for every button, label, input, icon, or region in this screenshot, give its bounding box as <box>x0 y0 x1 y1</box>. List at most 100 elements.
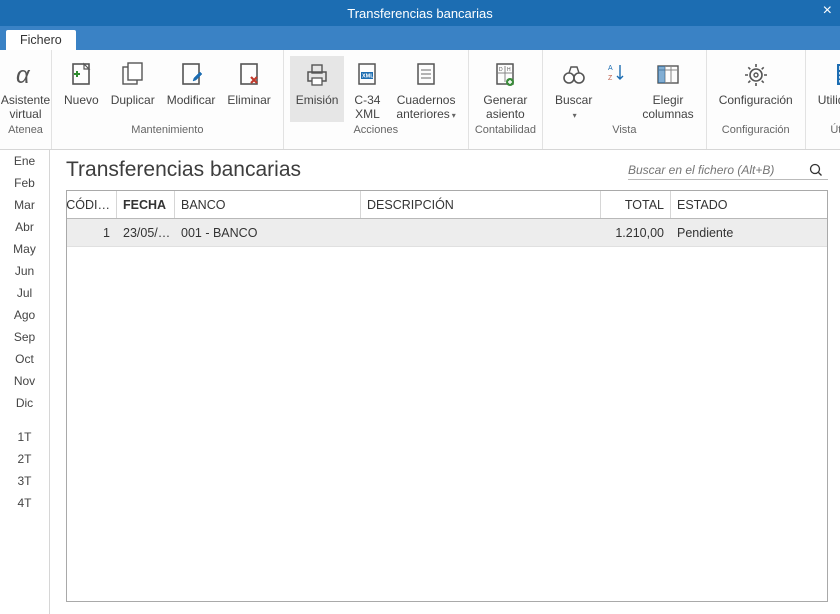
grid-header: CÓDI… FECHA BANCO DESCRIPCIÓN TOTAL ESTA… <box>67 191 827 219</box>
modificar-label: Modificar <box>167 94 216 122</box>
table-row[interactable]: 1 23/05/… 001 - BANCO 1.210,00 Pendiente <box>67 219 827 247</box>
ribbon-group-contabilidad: DH Generar asiento Contabilidad <box>469 50 543 149</box>
nuevo-label: Nuevo <box>64 94 99 122</box>
close-icon[interactable]: × <box>823 2 832 20</box>
sidebar-ago[interactable]: Ago <box>0 304 49 326</box>
window-title: Transferencias bancarias <box>347 6 492 21</box>
utilidades-button[interactable]: Utilidades▾ <box>812 56 840 122</box>
sort-button[interactable]: AZ <box>598 56 636 122</box>
svg-text:XML: XML <box>362 74 374 80</box>
svg-text:D: D <box>499 67 503 73</box>
cuadernos-label: Cuadernos anteriores▾ <box>396 94 455 122</box>
data-grid[interactable]: CÓDI… FECHA BANCO DESCRIPCIÓN TOTAL ESTA… <box>66 190 828 602</box>
cell-cod: 1 <box>67 219 117 246</box>
eliminar-label: Eliminar <box>227 94 270 122</box>
cell-estado: Pendiente <box>671 219 827 246</box>
emision-label: Emisión <box>296 94 339 122</box>
utilidades-label: Utilidades▾ <box>818 94 840 122</box>
sidebar-mar[interactable]: Mar <box>0 194 49 216</box>
sort-az-icon: AZ <box>600 58 634 92</box>
sidebar-feb[interactable]: Feb <box>0 172 49 194</box>
search-box[interactable] <box>628 161 828 180</box>
col-desc[interactable]: DESCRIPCIÓN <box>361 191 601 218</box>
col-total[interactable]: TOTAL <box>601 191 671 218</box>
assistant-button[interactable]: α Asistente virtual <box>0 56 56 122</box>
emision-button[interactable]: Emisión <box>290 56 345 122</box>
cell-fecha: 23/05/… <box>117 219 175 246</box>
ribbon: α Asistente virtual Atenea Nuevo Duplica… <box>0 50 840 150</box>
buscar-button[interactable]: Buscar▾ <box>549 56 598 122</box>
sidebar-oct[interactable]: Oct <box>0 348 49 370</box>
sidebar-2t[interactable]: 2T <box>0 448 49 470</box>
sidebar-may[interactable]: May <box>0 238 49 260</box>
sidebar-sep[interactable]: Sep <box>0 326 49 348</box>
cell-banco: 001 - BANCO <box>175 219 361 246</box>
tab-strip: Fichero <box>0 26 840 50</box>
ribbon-group-vista: Buscar▾ AZ Elegir columnas Vista <box>543 50 707 149</box>
sidebar-3t[interactable]: 3T <box>0 470 49 492</box>
eliminar-button[interactable]: Eliminar <box>221 56 276 122</box>
nuevo-button[interactable]: Nuevo <box>58 56 105 122</box>
buscar-label: Buscar▾ <box>555 94 592 122</box>
sidebar-1t[interactable]: 1T <box>0 426 49 448</box>
ribbon-group-actions: Emisión XML C-34 XML Cuadernos anteriore… <box>284 50 469 149</box>
maintenance-caption: Mantenimiento <box>131 124 203 138</box>
document-new-icon <box>64 58 98 92</box>
generar-asiento-button[interactable]: DH Generar asiento <box>477 56 533 122</box>
sidebar-jul[interactable]: Jul <box>0 282 49 304</box>
assistant-label: Asistente virtual <box>1 94 50 122</box>
actions-caption: Acciones <box>353 124 398 138</box>
ribbon-group-maintenance: Nuevo Duplicar Modificar Eliminar Manten… <box>52 50 284 149</box>
ribbon-group-config: Configuración Configuración <box>707 50 806 149</box>
search-icon[interactable] <box>808 162 828 178</box>
print-icon <box>300 58 334 92</box>
ledger-icon: DH <box>488 58 522 92</box>
vista-caption: Vista <box>612 124 636 138</box>
col-banco[interactable]: BANCO <box>175 191 361 218</box>
duplicar-label: Duplicar <box>111 94 155 122</box>
tab-fichero[interactable]: Fichero <box>6 30 76 50</box>
config-button[interactable]: Configuración <box>713 56 799 122</box>
ribbon-group-assistant: α Asistente virtual Atenea <box>0 50 52 149</box>
page-title: Transferencias bancarias <box>66 158 301 182</box>
sidebar-nov[interactable]: Nov <box>0 370 49 392</box>
title-bar: Transferencias bancarias × <box>0 0 840 26</box>
col-fecha[interactable]: FECHA <box>117 191 175 218</box>
document-copy-icon <box>116 58 150 92</box>
cell-total: 1.210,00 <box>601 219 671 246</box>
utiles-caption: Útiles <box>830 124 840 138</box>
col-cod[interactable]: CÓDI… <box>67 191 117 218</box>
main-panel: Transferencias bancarias CÓDI… FECHA BAN… <box>50 150 840 614</box>
search-input[interactable] <box>628 161 808 179</box>
elegir-label: Elegir columnas <box>642 94 693 122</box>
c34-label: C-34 XML <box>354 94 380 122</box>
content-area: Ene Feb Mar Abr May Jun Jul Ago Sep Oct … <box>0 150 840 614</box>
elegir-columnas-button[interactable]: Elegir columnas <box>636 56 699 122</box>
config-label: Configuración <box>719 94 793 122</box>
col-estado[interactable]: ESTADO <box>671 191 827 218</box>
sidebar-jun[interactable]: Jun <box>0 260 49 282</box>
assistant-caption: Atenea <box>8 124 43 138</box>
ribbon-group-utiles: Utilidades▾ Útiles <box>806 50 840 149</box>
document-delete-icon <box>232 58 266 92</box>
calculator-icon <box>827 58 840 92</box>
generar-label: Generar asiento <box>483 94 527 122</box>
contabilidad-caption: Contabilidad <box>475 124 536 138</box>
cuadernos-button[interactable]: Cuadernos anteriores▾ <box>390 56 461 122</box>
xml-icon: XML <box>350 58 384 92</box>
document-edit-icon <box>174 58 208 92</box>
sidebar-dic[interactable]: Dic <box>0 392 49 414</box>
svg-text:H: H <box>507 67 511 73</box>
alpha-icon: α <box>9 58 43 92</box>
svg-text:α: α <box>16 62 31 89</box>
dropdown-caret-icon: ▾ <box>452 111 456 120</box>
cell-desc <box>361 219 601 246</box>
c34-button[interactable]: XML C-34 XML <box>344 56 390 122</box>
modificar-button[interactable]: Modificar <box>161 56 222 122</box>
config-caption: Configuración <box>722 124 790 138</box>
sidebar-ene[interactable]: Ene <box>0 150 49 172</box>
duplicar-button[interactable]: Duplicar <box>105 56 161 122</box>
sidebar-abr[interactable]: Abr <box>0 216 49 238</box>
sidebar-4t[interactable]: 4T <box>0 492 49 514</box>
svg-text:A: A <box>608 65 613 72</box>
